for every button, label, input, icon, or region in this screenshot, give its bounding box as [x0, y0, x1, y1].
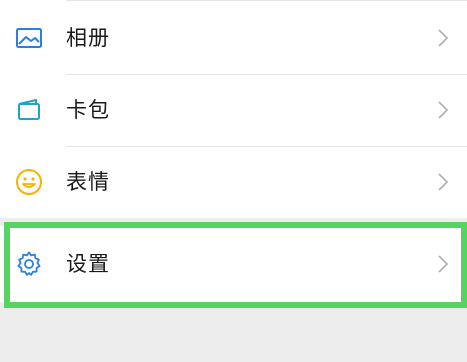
menu-item-sticker[interactable]: 表情 [0, 146, 467, 218]
menu-item-label: 卡包 [66, 98, 110, 122]
menu-item-label: 表情 [66, 170, 110, 194]
menu-item-album[interactable]: 相册 [0, 2, 467, 74]
chevron-right-icon [437, 100, 449, 120]
menu-item-label: 设置 [66, 252, 110, 276]
album-icon [14, 24, 44, 52]
divider [66, 0, 467, 1]
menu-item-settings[interactable]: 设置 [0, 228, 467, 300]
menu-item-label: 相册 [66, 26, 110, 50]
chevron-right-icon [437, 254, 449, 274]
menu-item-card-wallet[interactable]: 卡包 [0, 74, 467, 146]
menu-group-main: 相册 卡包 表情 [0, 0, 467, 218]
card-wallet-icon [14, 96, 44, 124]
sticker-smile-icon [14, 168, 44, 196]
menu-group-settings: 设置 [0, 226, 467, 302]
chevron-right-icon [437, 172, 449, 192]
gear-icon [14, 250, 44, 278]
chevron-right-icon [437, 28, 449, 48]
me-settings-screen: 相册 卡包 表情 设置 [0, 0, 467, 362]
